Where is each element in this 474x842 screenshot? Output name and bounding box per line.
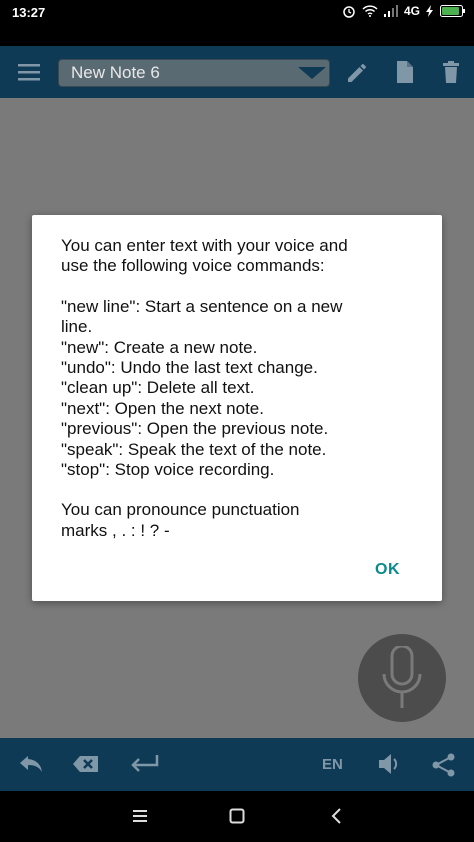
recent-apps-icon[interactable]: [131, 808, 149, 829]
command-line: "clean up": Delete all text.: [61, 378, 255, 398]
command-line: "undo": Undo the last text change.: [61, 358, 318, 378]
outro-line: marks , . : ! ? -: [61, 520, 170, 540]
undo-icon[interactable]: [18, 752, 44, 781]
home-icon[interactable]: [229, 808, 245, 829]
bottom-toolbar: EN: [0, 738, 474, 791]
trash-icon[interactable]: [438, 58, 466, 86]
command-line: "speak": Speak the text of the note.: [61, 439, 327, 459]
command-line: line.: [61, 317, 93, 337]
charging-icon: [426, 5, 434, 17]
command-line: "new line": Start a sentence on a new: [61, 296, 343, 316]
share-icon[interactable]: [431, 752, 457, 783]
system-nav-bar: [0, 791, 474, 842]
back-icon[interactable]: [331, 808, 343, 829]
language-button[interactable]: EN: [322, 756, 343, 773]
microphone-icon: [382, 646, 422, 708]
intro-line: use the following voice commands:: [61, 256, 325, 276]
outro-line: You can pronounce punctuation: [61, 500, 300, 520]
ok-button[interactable]: OK: [375, 561, 400, 579]
status-bar: 13:27 4G: [0, 0, 474, 26]
dropdown-arrow-icon: [297, 66, 327, 85]
command-line: "next": Open the next note.: [61, 398, 264, 418]
speaker-icon[interactable]: [377, 752, 403, 781]
command-line: "stop": Stop voice recording.: [61, 460, 275, 480]
command-line: "previous": Open the previous note.: [61, 419, 329, 439]
microphone-button[interactable]: [358, 634, 446, 722]
note-title: New Note 6: [71, 63, 160, 82]
voice-commands-dialog: You can enter text with your voice and u…: [32, 215, 442, 601]
menu-icon[interactable]: [16, 58, 44, 86]
pencil-icon[interactable]: [344, 58, 372, 86]
dialog-message: You can enter text with your voice and u…: [61, 236, 421, 541]
signal-icon: [383, 5, 398, 17]
status-time: 13:27: [12, 5, 46, 20]
status-spacer: [0, 26, 474, 46]
backspace-icon[interactable]: [72, 752, 100, 781]
command-line: "new": Create a new note.: [61, 337, 258, 357]
new-note-icon[interactable]: [391, 58, 419, 86]
network-type: 4G: [403, 4, 420, 18]
intro-line: You can enter text with your voice and: [61, 236, 348, 255]
enter-icon[interactable]: [129, 752, 161, 781]
status-icons: 4G: [342, 4, 466, 18]
wifi-icon: [362, 5, 378, 17]
note-selector[interactable]: New Note 6: [58, 59, 330, 87]
battery-icon: [440, 5, 466, 17]
alarm-icon: [342, 4, 356, 18]
